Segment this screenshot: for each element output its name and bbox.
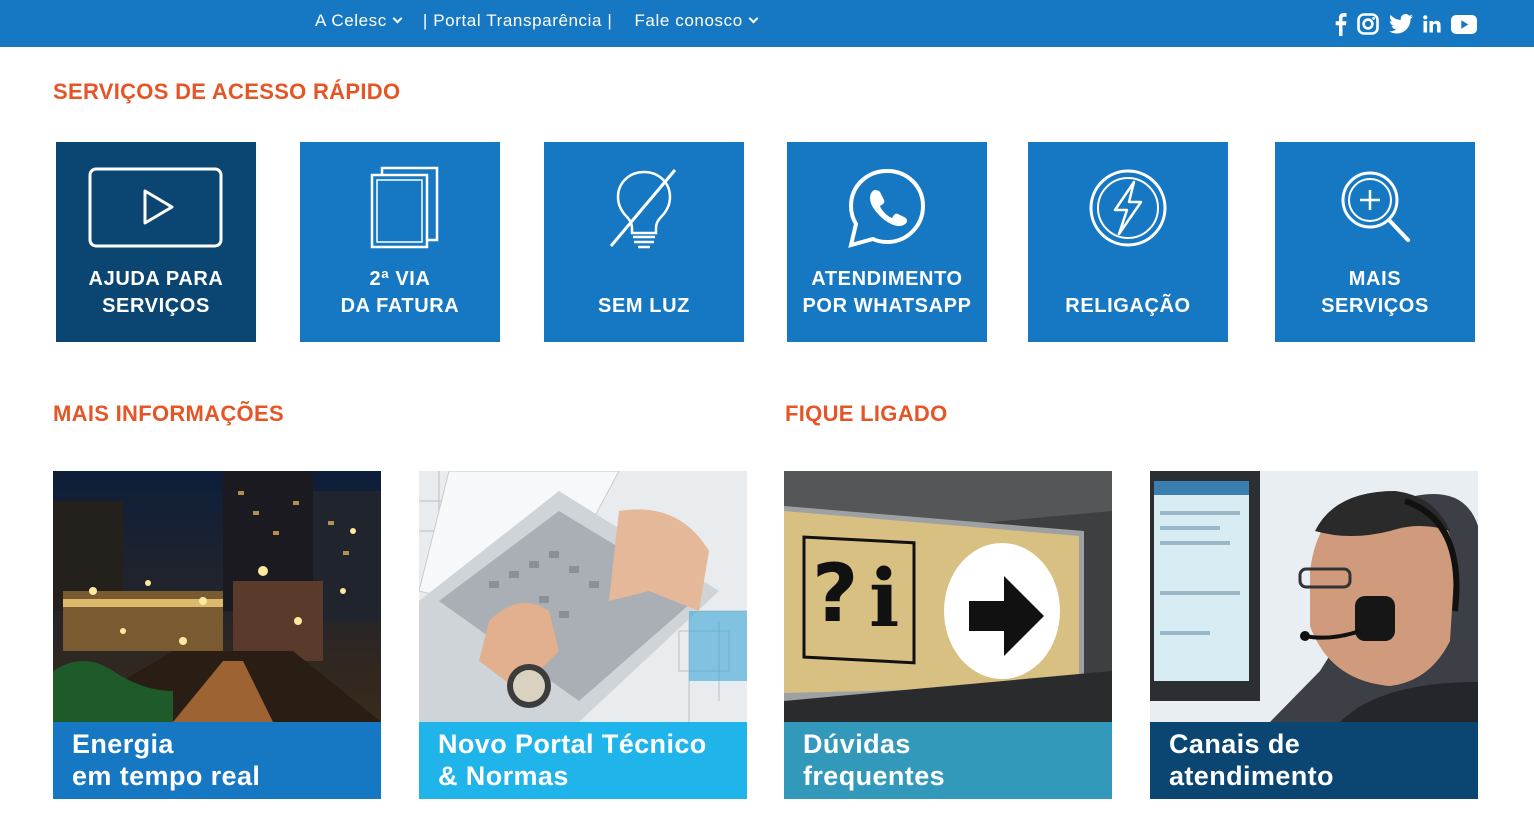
facebook-icon[interactable] [1334, 12, 1347, 36]
nav-a-celesc[interactable]: A Celesc [315, 11, 403, 31]
youtube-icon[interactable] [1451, 12, 1477, 36]
tile-label: AJUDA PARA SERVIÇOS [88, 268, 224, 317]
tile-label: ATENDIMENTO POR WHATSAPP [802, 268, 972, 317]
card-duvidas-frequentes[interactable]: ? i Dúvidas frequentes [784, 471, 1112, 799]
nav-fale-conosco-label: Fale conosco [634, 11, 743, 30]
svg-text:?: ? [812, 547, 858, 640]
tile-label: 2ª VIA DA FATURA [340, 268, 460, 317]
card-caption: Dúvidas frequentes [784, 722, 1112, 799]
section-title-quick-services: SERVIÇOS DE ACESSO RÁPIDO [53, 79, 401, 104]
power-reconnect-icon [1028, 164, 1228, 254]
svg-text:i: i [869, 551, 899, 645]
tile-label: MAIS SERVIÇOS [1321, 268, 1429, 317]
card-energia-tempo-real[interactable]: Energia em tempo real [53, 471, 381, 799]
tile-label: SEM LUZ [598, 295, 690, 317]
social-links [1334, 12, 1477, 36]
top-nav: A Celesc | Portal Transparência | Fale c… [315, 11, 759, 31]
card-caption: Novo Portal Técnico & Normas [419, 722, 747, 799]
chevron-down-icon [392, 13, 403, 24]
tile-atendimento-whatsapp[interactable]: ATENDIMENTO POR WHATSAPP [787, 142, 987, 342]
whatsapp-icon [787, 164, 987, 254]
magnifier-plus-icon [1275, 164, 1475, 254]
tile-segunda-via-fatura[interactable]: 2ª VIA DA FATURA [300, 142, 500, 342]
video-play-icon [56, 164, 256, 254]
card-caption: Canais de atendimento [1150, 722, 1478, 799]
lightbulb-off-icon [544, 164, 744, 254]
linkedin-icon[interactable] [1423, 12, 1441, 36]
call-center-image [1150, 471, 1478, 722]
city-night-image [53, 471, 381, 722]
tile-mais-servicos[interactable]: MAIS SERVIÇOS [1275, 142, 1475, 342]
chevron-down-icon [748, 13, 759, 24]
nav-portal-transparencia[interactable]: | Portal Transparência | [423, 11, 613, 31]
tile-religacao[interactable]: RELIGAÇÃO [1028, 142, 1228, 342]
documents-icon [300, 164, 500, 254]
card-caption: Energia em tempo real [53, 722, 381, 799]
tile-sem-luz[interactable]: SEM LUZ [544, 142, 744, 342]
instagram-icon[interactable] [1357, 12, 1379, 36]
card-canais-atendimento[interactable]: Canais de atendimento [1150, 471, 1478, 799]
section-title-stay-tuned: FIQUE LIGADO [785, 401, 948, 426]
top-bar: A Celesc | Portal Transparência | Fale c… [0, 0, 1534, 47]
section-title-more-info: MAIS INFORMAÇÕES [53, 401, 284, 426]
nav-fale-conosco[interactable]: Fale conosco [634, 11, 759, 31]
tile-label: RELIGAÇÃO [1065, 295, 1191, 317]
laptop-blueprint-image [419, 471, 747, 722]
tile-ajuda-para-servicos[interactable]: AJUDA PARA SERVIÇOS [56, 142, 256, 342]
nav-portal-transparencia-label: | Portal Transparência | [422, 11, 613, 30]
card-novo-portal-tecnico[interactable]: Novo Portal Técnico & Normas [419, 471, 747, 799]
twitter-icon[interactable] [1389, 12, 1413, 36]
nav-a-celesc-label: A Celesc [315, 11, 387, 30]
info-sign-image: ? i [784, 471, 1112, 722]
